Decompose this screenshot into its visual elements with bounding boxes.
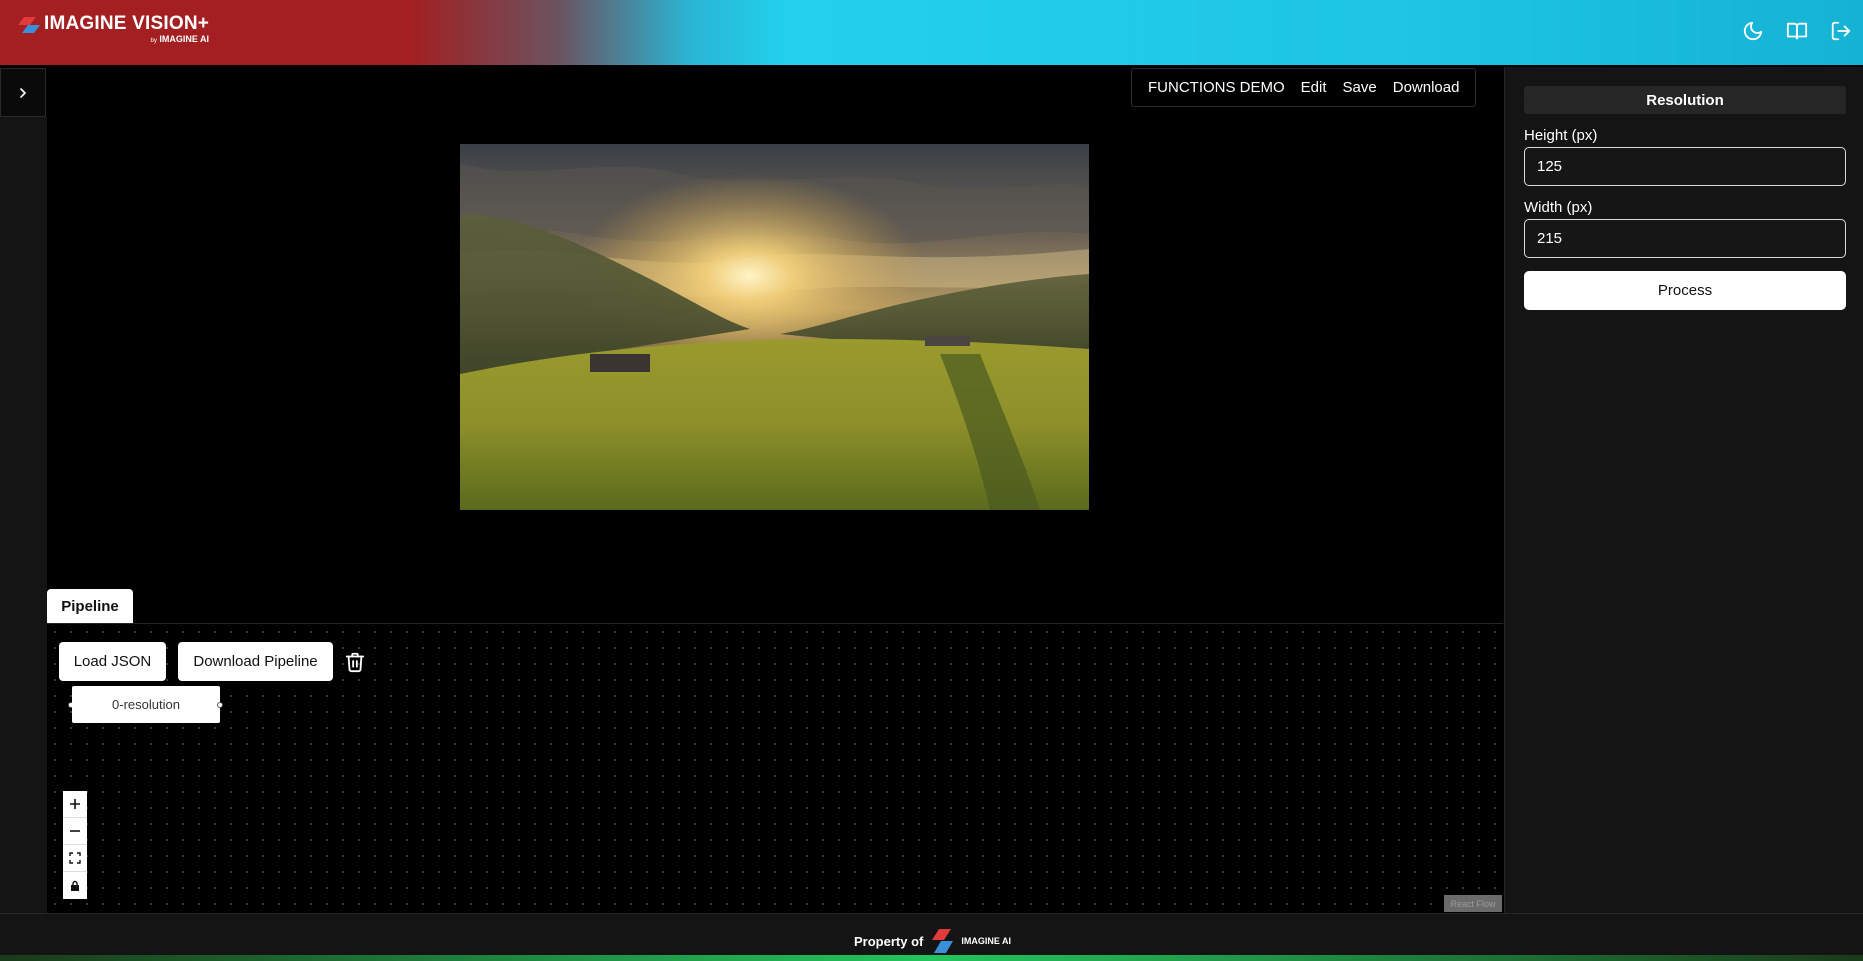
- footer-accent-bar: [0, 955, 1863, 961]
- fit-view-icon[interactable]: [63, 845, 87, 872]
- height-label: Height (px): [1524, 127, 1598, 144]
- download-pipeline-button[interactable]: Download Pipeline: [178, 642, 333, 681]
- logo-mark-icon: [18, 17, 40, 33]
- footer: Property of IMAGINE AI: [0, 913, 1863, 961]
- trash-icon[interactable]: [344, 651, 366, 673]
- footer-property-text: Property of: [854, 933, 924, 949]
- menu-download[interactable]: Download: [1385, 79, 1468, 96]
- height-input[interactable]: 125: [1524, 147, 1846, 186]
- top-menu: FUNCTIONS DEMO Edit Save Download: [1131, 68, 1477, 107]
- logout-icon[interactable]: [1819, 18, 1863, 44]
- logo-subtitle: by IMAGINE AI: [150, 34, 210, 45]
- zoom-in-icon[interactable]: [63, 791, 87, 818]
- logo-title: IMAGINE VISION+: [44, 13, 210, 34]
- book-icon[interactable]: [1775, 18, 1819, 44]
- header-actions: [1731, 18, 1863, 44]
- footer-logo-icon: [932, 929, 954, 953]
- tab-pipeline[interactable]: Pipeline: [47, 589, 133, 623]
- width-input[interactable]: 215: [1524, 219, 1846, 258]
- menu-edit[interactable]: Edit: [1293, 79, 1335, 96]
- left-sidebar-strip: [0, 117, 47, 913]
- sidebar-toggle-button[interactable]: [0, 68, 46, 117]
- process-button[interactable]: Process: [1524, 271, 1846, 310]
- lock-icon[interactable]: [63, 872, 87, 899]
- preview-image: [460, 144, 1089, 510]
- section-title: Resolution: [1524, 86, 1846, 114]
- node-output-handle[interactable]: [217, 702, 223, 708]
- app-logo[interactable]: IMAGINE VISION+ by IMAGINE AI: [18, 14, 209, 46]
- zoom-out-icon[interactable]: [63, 818, 87, 845]
- width-label: Width (px): [1524, 199, 1593, 216]
- moon-icon[interactable]: [1731, 18, 1775, 44]
- pipeline-node[interactable]: 0-resolution: [72, 686, 220, 723]
- chevron-right-icon: [20, 87, 26, 98]
- react-flow-attribution[interactable]: React Flow: [1444, 895, 1502, 912]
- app-header: IMAGINE VISION+ by IMAGINE AI: [0, 0, 1863, 65]
- properties-panel: Resolution Height (px) 125 Width (px) 21…: [1504, 67, 1863, 913]
- menu-save[interactable]: Save: [1335, 79, 1385, 96]
- footer-logo-text: IMAGINE AI: [961, 935, 1012, 946]
- load-json-button[interactable]: Load JSON: [59, 642, 166, 681]
- menu-functions-demo[interactable]: FUNCTIONS DEMO: [1140, 79, 1293, 96]
- flow-controls: [63, 791, 87, 899]
